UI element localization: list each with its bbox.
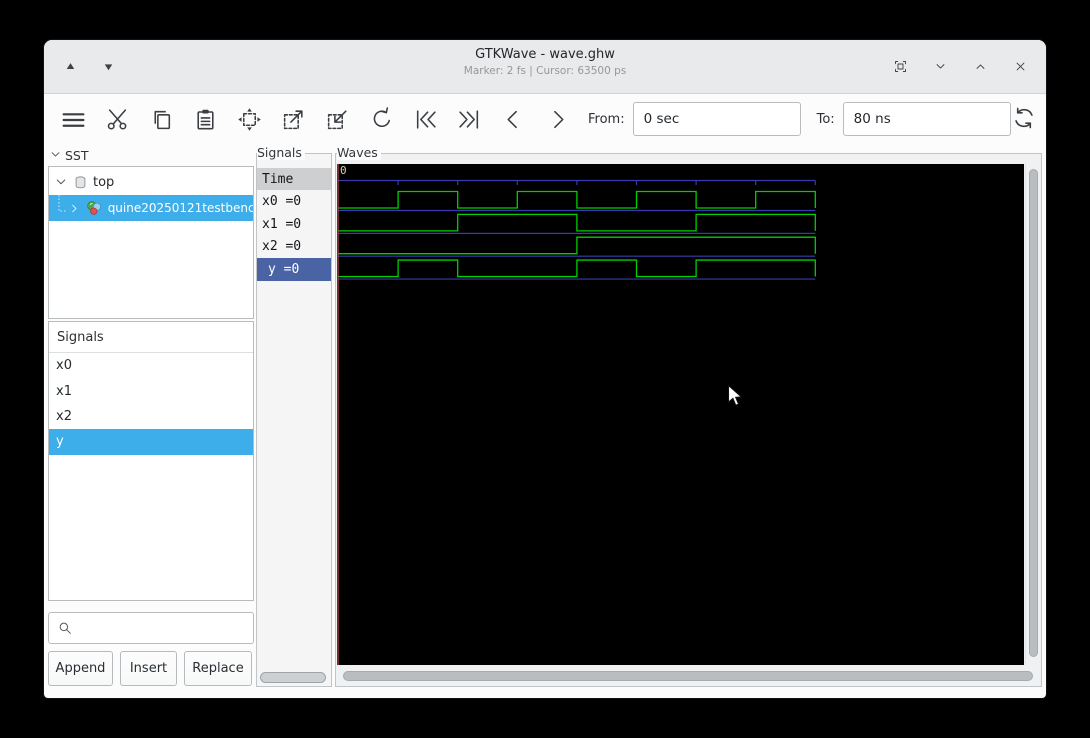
undo-button[interactable] [366,104,396,134]
toolbar: From: To: [44,94,1046,144]
database-icon [73,175,88,190]
waves-frame-label: Waves [337,145,381,160]
tree-item-label: quine20250121testbenc [108,201,253,215]
waves-panel: 0 [335,153,1042,687]
fullscreen-button[interactable] [888,55,912,79]
triangle-down-button[interactable] [96,55,120,79]
to-label: To: [817,112,835,127]
signal-browser-header: Signals [49,322,253,353]
gtkwave-window: GTKWave - wave.ghw Marker: 2 fs | Cursor… [44,40,1046,698]
trace-name-x0[interactable]: x0 =0 [257,190,331,213]
main-area: SST top [44,144,1046,698]
paste-button[interactable] [190,104,220,134]
maximize-chevron-button[interactable] [968,55,992,79]
waves-horizontal-scrollbar[interactable] [337,668,1041,684]
titlebar-right-buttons [888,40,1032,93]
signal-item-y[interactable]: y [49,429,253,454]
replace-button[interactable]: Replace [184,651,252,686]
sst-label: SST [65,148,89,163]
close-button[interactable] [1008,55,1032,79]
trace-name-x1[interactable]: x1 =0 [257,213,331,236]
skip-to-start-button[interactable] [410,104,440,134]
step-left-button[interactable] [498,104,528,134]
skip-to-end-button[interactable] [454,104,484,134]
from-label: From: [588,112,625,127]
component-icon [86,200,103,217]
trace-name-y[interactable]: y =0 [257,258,331,281]
sst-tree: top quine20250121testbenc [48,166,254,319]
search-icon [57,620,73,636]
left-panel: SST top [48,144,254,698]
toolbar-icons [58,104,572,134]
signals-frame-label: Signals [257,145,305,160]
minimize-chevron-button[interactable] [928,55,952,79]
zoom-out-button[interactable] [322,104,352,134]
reload-icon [1011,105,1037,134]
tree-item-quine-testbench[interactable]: quine20250121testbenc [49,195,253,221]
signal-item-x0[interactable]: x0 [49,353,253,378]
desktop-background: GTKWave - wave.ghw Marker: 2 fs | Cursor… [0,0,1090,738]
wave-canvas[interactable]: 0 [337,164,1024,665]
search-input[interactable] [73,613,261,643]
tree-item-top[interactable]: top [49,169,253,195]
triangle-up-button[interactable] [58,55,82,79]
append-button[interactable]: Append [48,651,113,686]
zoom-fit-button[interactable] [234,104,264,134]
search-box[interactable] [48,612,254,644]
mouse-cursor [727,384,743,408]
insert-button[interactable]: Insert [120,651,177,686]
waveform-traces [337,164,1024,665]
waves-horizontal-scrollbar-thumb[interactable] [343,671,1033,681]
step-right-button[interactable] [542,104,572,134]
expander-chevron-icon[interactable] [69,203,80,214]
trace-name-x2[interactable]: x2 =0 [257,236,331,259]
signal-item-x2[interactable]: x2 [49,404,253,429]
chevron-down-icon [50,148,61,163]
signals-horizontal-scrollbar-thumb[interactable] [260,672,326,683]
titlebar-left-buttons [58,40,120,93]
waves-vertical-scrollbar[interactable] [1025,164,1041,665]
expander-chevron-icon[interactable] [55,176,67,188]
timescale-origin: 0 [340,164,347,177]
copy-button[interactable] [146,104,176,134]
to-input[interactable] [843,102,1011,136]
tree-guide-lines [55,195,69,221]
sst-expander[interactable]: SST [50,145,89,165]
menu-button[interactable] [58,104,88,134]
signals-panel: Time x0 =0 x1 =0 x2 =0 y =0 [256,153,332,687]
tree-item-label: top [93,175,114,190]
from-input[interactable] [633,102,801,136]
waves-vertical-scrollbar-thumb[interactable] [1029,169,1038,657]
signal-browser: Signals x0 x1 x2 y [48,321,254,601]
time-header[interactable]: Time [257,168,331,190]
titlebar[interactable]: GTKWave - wave.ghw Marker: 2 fs | Cursor… [44,40,1046,94]
zoom-in-button[interactable] [278,104,308,134]
reload-button[interactable] [1011,103,1037,135]
cut-button[interactable] [102,104,132,134]
signal-item-x1[interactable]: x1 [49,378,253,403]
